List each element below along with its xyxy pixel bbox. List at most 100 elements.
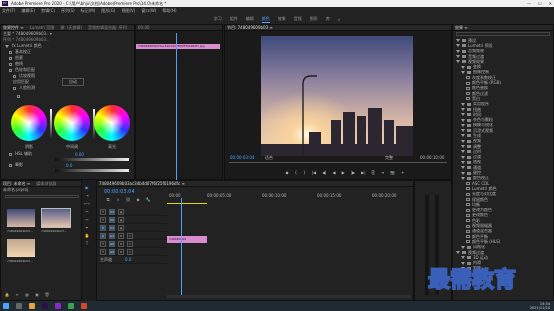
program-timecode[interactable]: 00:00:03:04 [230, 155, 254, 160]
minimize-button[interactable]: — [527, 1, 531, 6]
snap-icon[interactable]: ∩ [115, 196, 121, 202]
menu-item[interactable]: 文件(F) [2, 8, 15, 14]
menu-item[interactable]: 图形(G) [101, 8, 115, 14]
checkbox-icon[interactable] [9, 62, 12, 66]
icon-view-icon[interactable]: ▦ [24, 291, 30, 297]
workspace-tab[interactable]: 库 [326, 16, 330, 22]
wrench-icon[interactable]: 🔧 [145, 196, 151, 202]
lock-icon[interactable]: ⧠ [100, 208, 106, 215]
transport-button[interactable]: ◀ [333, 170, 336, 177]
delete-icon[interactable]: 🗑 [44, 291, 50, 297]
timeline-clip[interactable]: 748049609 [167, 236, 207, 243]
eye-icon[interactable]: ◉ [118, 224, 124, 231]
checkbox-icon[interactable] [9, 56, 12, 60]
media-thumbnail[interactable] [41, 208, 71, 228]
menu-item[interactable]: 剪辑(C) [41, 8, 55, 14]
expand-icon[interactable] [456, 55, 460, 59]
expand-icon[interactable] [461, 102, 465, 106]
premiere-taskbar-icon[interactable] [42, 303, 48, 309]
tab-audio-clip-mixer[interactable]: 音频剪辑混合器: 序列 [88, 25, 127, 31]
auto-button[interactable]: 自动 [62, 78, 84, 86]
checkbox-icon[interactable] [9, 68, 12, 72]
mute-button[interactable]: M [118, 240, 124, 247]
marker-icon[interactable]: ◆ [135, 196, 141, 202]
menu-item[interactable]: 帮助(H) [162, 8, 176, 14]
media-thumbnail[interactable] [7, 209, 35, 227]
expand-icon[interactable] [461, 245, 465, 249]
expand-icon[interactable] [461, 113, 465, 117]
tab-effects[interactable]: 效果 ≡ [455, 25, 468, 31]
slip-tool-icon[interactable]: ↔ [84, 216, 90, 222]
checkbox-icon[interactable] [13, 86, 16, 90]
expand-icon[interactable] [456, 49, 460, 53]
target-icon[interactable]: V1 [109, 224, 115, 231]
tab-lumetri-scopes[interactable]: Lumetri 范围 [30, 25, 55, 31]
pen-tool-icon[interactable]: ✒ [84, 224, 90, 230]
vignette-slider[interactable] [55, 169, 129, 172]
expand-icon[interactable] [456, 44, 460, 48]
menu-item[interactable]: 标记(M) [81, 8, 96, 14]
wechat-icon[interactable] [68, 303, 74, 309]
timeline-playhead[interactable] [181, 198, 182, 298]
project-search-input[interactable] [5, 195, 79, 198]
source-clip[interactable]: 748049609b03ac34b4d07f6f25f0196dfc.jpg [136, 44, 220, 49]
midtones-wheel[interactable] [54, 105, 95, 141]
expand-icon[interactable] [456, 39, 460, 43]
file-explorer-icon[interactable] [29, 303, 35, 309]
expand-icon[interactable] [461, 145, 465, 149]
lock-icon[interactable]: ⧠ [100, 240, 106, 247]
menu-item[interactable]: 编辑(E) [21, 8, 35, 14]
timeline-ruler[interactable]: 00:00 00:00:05:00 00:00:10:00 00:00:15:0… [167, 190, 411, 198]
transport-button[interactable]: + [401, 170, 404, 177]
razor-tool-icon[interactable]: ✂ [84, 208, 90, 214]
type-tool-icon[interactable]: T [84, 240, 90, 246]
expand-icon[interactable] [461, 65, 465, 69]
expand-icon[interactable] [461, 70, 465, 74]
target-icon[interactable]: V2 [109, 216, 115, 223]
transport-button[interactable]: 📷 [390, 170, 395, 177]
target-icon[interactable]: A3 [109, 248, 115, 255]
new-item-icon[interactable]: ▣ [34, 291, 40, 297]
expand-icon[interactable] [461, 171, 465, 175]
selection-tool-icon[interactable]: ▶ [84, 184, 90, 190]
fit-dropdown[interactable]: 适合 [265, 155, 273, 161]
transport-button[interactable]: ◆ [286, 170, 289, 177]
expand-icon[interactable] [461, 129, 465, 133]
app-icon[interactable] [55, 303, 61, 309]
tab-program[interactable]: 节目: 748049609b03 ≡ [227, 25, 273, 31]
expand-icon[interactable] [461, 256, 465, 260]
expand-icon[interactable] [461, 123, 465, 127]
wheel-toggle-row[interactable]: HSL 辅助 [1, 93, 134, 99]
list-view-icon[interactable]: ≡ [14, 291, 20, 297]
workspace-tab[interactable]: 音频 [294, 16, 302, 22]
maximize-button[interactable]: ☐ [538, 1, 542, 6]
transport-button[interactable]: |▶ [351, 170, 355, 177]
expand-icon[interactable] [461, 118, 465, 122]
ripple-edit-tool-icon[interactable]: ⟷ [84, 200, 90, 206]
expand-icon[interactable] [461, 166, 465, 170]
shadows-wheel[interactable] [11, 105, 52, 141]
source-playhead[interactable] [176, 33, 177, 180]
target-icon[interactable]: A1 [109, 232, 115, 239]
tab-sequence[interactable]: 748049609b03ac34b4d07f6f25f0196dfc ≡ [99, 181, 185, 186]
hand-tool-icon[interactable]: ✋ [84, 232, 90, 238]
work-area-bar[interactable] [167, 203, 207, 204]
program-scrub-bar[interactable] [229, 162, 447, 163]
transport-button[interactable]: ⇥ [381, 170, 384, 177]
menu-item[interactable]: 视图(V) [121, 8, 135, 14]
hsl-row[interactable]: HSL 辅助 0.00 [5, 151, 133, 157]
expand-icon[interactable] [461, 139, 465, 143]
tab-media-browser[interactable]: 媒体浏览器 [36, 181, 56, 187]
close-button[interactable]: ✕ [549, 1, 552, 6]
quality-dropdown[interactable]: 完整 [385, 155, 393, 161]
tab-effect-controls[interactable]: 效果控件 ≡ [3, 25, 24, 31]
expand-icon[interactable] [456, 60, 460, 64]
source-patch[interactable]: A [100, 232, 106, 239]
expand-icon[interactable] [461, 108, 465, 111]
master-volume-value[interactable]: 0.0 [125, 257, 131, 262]
nest-icon[interactable]: ⧉ [105, 196, 111, 202]
transport-button[interactable]: ▶ [342, 170, 345, 177]
workspace-tab[interactable]: 颜色 [261, 16, 270, 23]
lock-icon[interactable]: ⧠ [100, 248, 106, 255]
shadows-slider[interactable] [50, 109, 52, 139]
